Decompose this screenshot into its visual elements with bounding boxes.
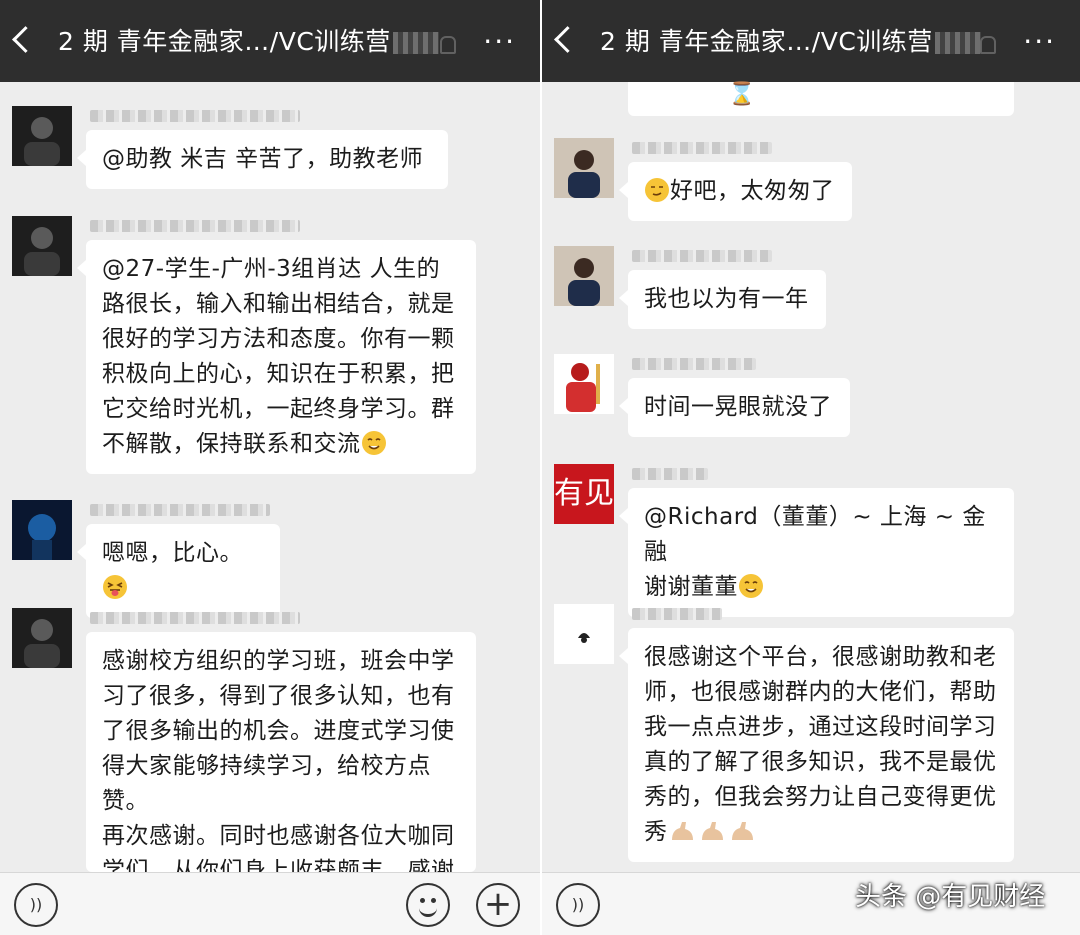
avatar[interactable] (12, 608, 72, 668)
voice-icon[interactable]: )) (556, 883, 600, 927)
message-bubble[interactable]: 时间一晃眼就没了 (619, 378, 850, 437)
message-bubble[interactable]: 感谢校方组织的学习班，班会中学 习了很多，得到了很多认知，也有 了很多输出的机会… (86, 632, 476, 872)
smirk-emoji-icon (645, 178, 669, 202)
watermark: 头条 @有见财经 (855, 882, 1046, 912)
voice-icon[interactable]: )) (14, 883, 58, 927)
blushing-smile-emoji-icon (739, 574, 763, 598)
sender-name-blurred (632, 358, 756, 370)
back-chevron-icon[interactable] (12, 26, 39, 53)
blurred-text (934, 32, 981, 54)
sender-name-blurred (632, 468, 708, 480)
flexed-biceps-emoji-icon (731, 822, 753, 840)
message-bubble[interactable]: 很感谢这个平台，很感谢助教和老 师，也很感谢群内的大佬们，帮助 我一点点进步，通… (619, 628, 1014, 862)
sender-name-blurred (632, 608, 722, 620)
blushing-smile-emoji-icon (361, 431, 386, 455)
message-bubble[interactable]: @Richard（董董）~ 上海 ~ 金融 谢谢董董 (619, 488, 1014, 617)
message-bubble[interactable]: @助教 米吉 辛苦了，助教老师 (77, 130, 448, 189)
chat-title: 2 期 青年金融家…/VC训练营 (58, 26, 439, 58)
sender-name-blurred (632, 142, 772, 154)
avatar[interactable] (554, 604, 614, 664)
avatar[interactable] (12, 106, 72, 166)
youjian-logo-avatar[interactable]: 有见 (554, 464, 614, 524)
avatar[interactable] (12, 216, 72, 276)
mute-bell-icon (980, 36, 996, 54)
avatar[interactable] (554, 246, 614, 306)
chat-window-right: 2 期 青年金融家…/VC训练营 ··· ⌛ 好吧，太匆匆了 我也以为有一年 时… (542, 0, 1080, 935)
avatar[interactable] (554, 354, 614, 414)
plus-icon[interactable]: + (476, 883, 520, 927)
input-bar: )) + (0, 872, 540, 935)
title-bar: 2 期 青年金融家…/VC训练营 ··· (542, 0, 1080, 82)
emoji-icon[interactable] (406, 883, 450, 927)
flexed-biceps-emoji-icon (701, 822, 723, 840)
chat-window-left: 2 期 青年金融家…/VC训练营 ··· @助教 米吉 辛苦了，助教老师 @27… (0, 0, 540, 935)
sender-name-blurred (90, 110, 300, 122)
title-bar: 2 期 青年金融家…/VC训练营 ··· (0, 0, 540, 82)
message-bubble-partial[interactable]: ⌛ (628, 82, 1014, 116)
chat-title: 2 期 青年金融家…/VC训练营 (600, 26, 981, 58)
avatar[interactable] (12, 500, 72, 560)
more-icon[interactable]: ··· (483, 26, 516, 58)
mute-bell-icon (440, 36, 456, 54)
sender-name-blurred (90, 220, 300, 232)
message-bubble[interactable]: @27-学生-广州-3组肖达 人生的 路很长，输入和输出相结合，就是 很好的学习… (77, 240, 476, 474)
message-bubble[interactable]: 好吧，太匆匆了 (619, 162, 852, 221)
flexed-biceps-emoji-icon (671, 822, 693, 840)
blurred-text (392, 32, 439, 54)
sender-name-blurred (90, 504, 270, 516)
sender-name-blurred (90, 612, 300, 624)
message-bubble[interactable]: 我也以为有一年 (619, 270, 826, 329)
sender-name-blurred (632, 250, 772, 262)
clock-icon: ⌛ (728, 82, 756, 107)
back-chevron-icon[interactable] (554, 26, 581, 53)
more-icon[interactable]: ··· (1023, 26, 1056, 58)
message-bubble[interactable]: 嗯嗯，比心。 (77, 524, 280, 618)
avatar[interactable] (554, 138, 614, 198)
tongue-out-emoji-icon (103, 575, 127, 599)
